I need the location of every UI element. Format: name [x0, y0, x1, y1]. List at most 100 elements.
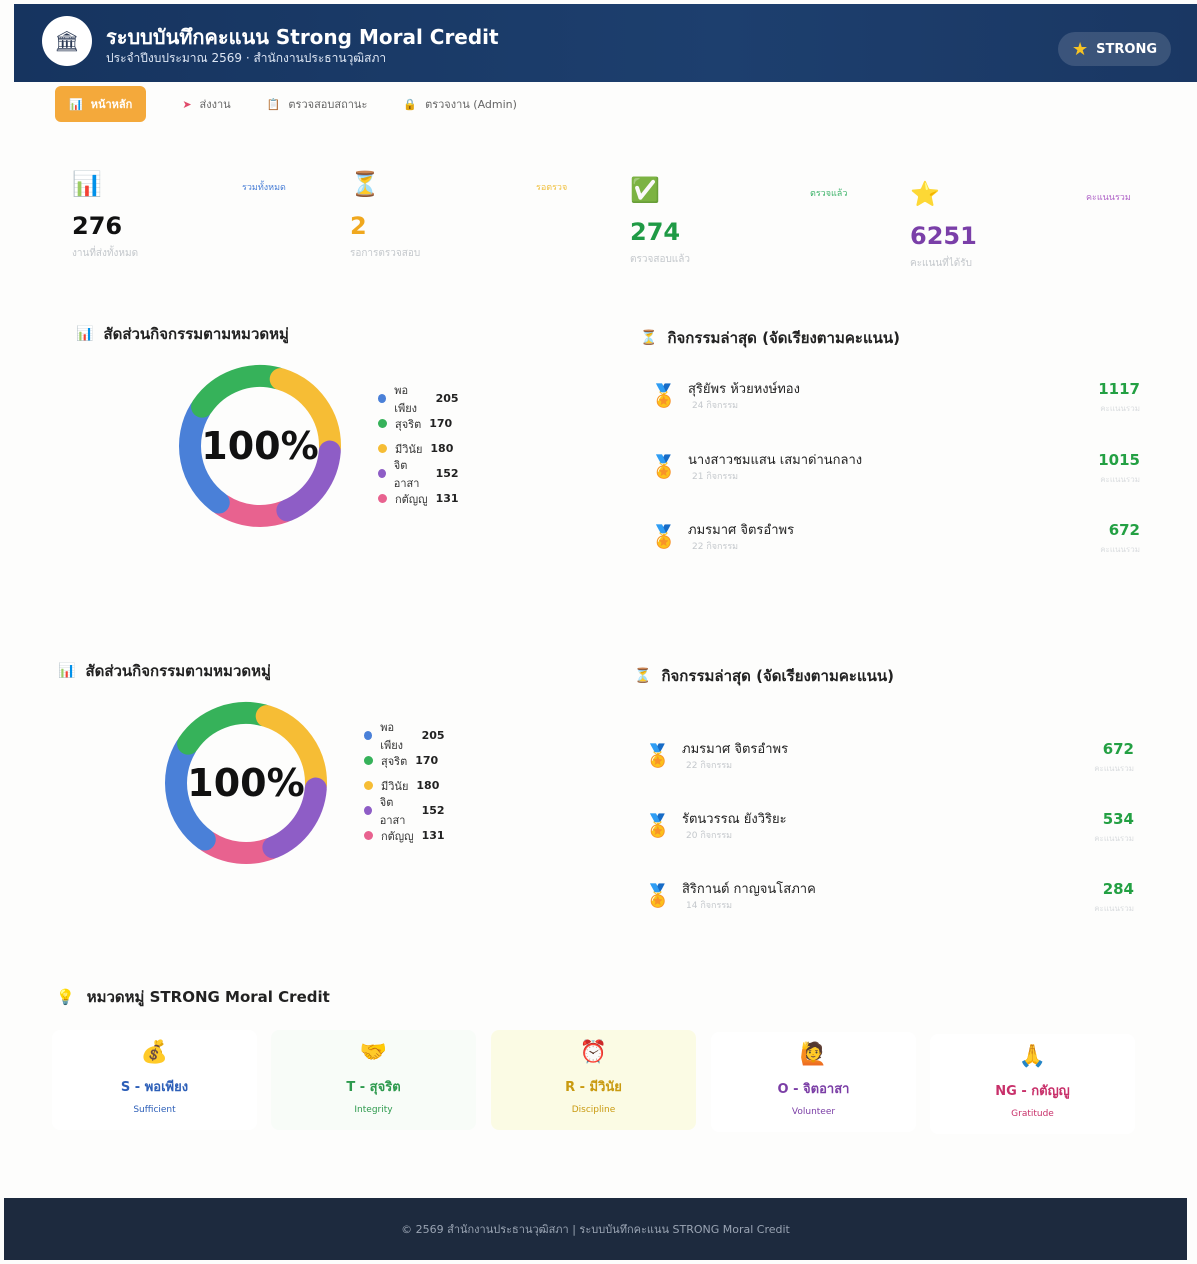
- app-header: 🏛 ระบบบันทึกคะแนน Strong Moral Credit ปร…: [14, 4, 1197, 82]
- ranking-count: 14 กิจกรรม: [686, 901, 733, 911]
- send-icon: ➤: [182, 97, 192, 111]
- raised-hand-icon: 🙋: [799, 1042, 828, 1067]
- chart-panel-title-text: สัดส่วนกิจกรรมตามหมวดหมู่: [85, 662, 271, 680]
- category-en: Discipline: [571, 1105, 616, 1115]
- nav-submit[interactable]: ➤ ส่งงาน: [182, 95, 230, 113]
- stat-score-label: คะแนนที่ได้รับ: [910, 258, 973, 269]
- hourglass-icon: ⏳: [640, 330, 658, 346]
- legend-value: 180: [416, 779, 440, 792]
- legend-label: สุจริต: [395, 417, 422, 431]
- legend-label: จิตอาสา: [379, 795, 406, 827]
- legend-value: 152: [435, 467, 459, 480]
- chart-panel-title: 📊 สัดส่วนกิจกรรมตามหมวดหมู่: [58, 659, 271, 683]
- stat-checked: ✅ ตรวจแล้ว 274 ตรวจสอบแล้ว: [630, 166, 900, 278]
- stat-score-value: 6251: [910, 222, 977, 250]
- nav-status[interactable]: 📋 ตรวจสอบสถานะ: [267, 95, 368, 113]
- nav-admin[interactable]: 🔒 ตรวจงาน (Admin): [403, 95, 517, 113]
- category-card-o[interactable]: 🙋 O - จิตอาสา Volunteer: [711, 1032, 916, 1132]
- donut-center-label: 100%: [201, 424, 319, 468]
- ranking-score-label: คะแนนรวม: [1100, 475, 1140, 484]
- nav-admin-label: ตรวจงาน (Admin): [425, 98, 517, 111]
- nav-home[interactable]: 📊 หน้าหลัก: [55, 86, 147, 122]
- donut-chart: 100%: [162, 699, 330, 867]
- bar-chart-icon: 📊: [58, 663, 76, 679]
- legend-value: 131: [421, 829, 445, 842]
- stat-checked-value: 274: [630, 218, 681, 246]
- legend-dot: [364, 756, 373, 765]
- legend-label: สุจริต: [381, 754, 408, 768]
- stat-checked-tag: ตรวจแล้ว: [810, 189, 848, 199]
- legend-item: สุจริต 170: [378, 411, 459, 436]
- legend-dot: [378, 444, 387, 453]
- ranking-count: 22 กิจกรรม: [692, 542, 739, 552]
- legend-item: กตัญญู 131: [364, 823, 445, 848]
- ranking-score: 1117: [1098, 380, 1140, 398]
- check-icon: ✅: [630, 176, 660, 204]
- app-subtitle: ประจำปีงบประมาณ 2569 · สำนักงานประธานวุฒ…: [106, 51, 387, 65]
- legend-label: พอเพียง: [380, 720, 404, 752]
- legend-item: จิตอาสา 152: [378, 459, 459, 490]
- star-icon: ⭐: [910, 180, 940, 208]
- ranking-name: สุริยัพร ห้วยหงษ์ทอง: [688, 382, 800, 397]
- ranking-score-label: คะแนนรวม: [1094, 834, 1134, 843]
- ranking-panel-title-text: กิจกรรมล่าสุด (จัดเรียงตามคะแนน): [661, 667, 894, 685]
- category-name: T - สุจริต: [346, 1080, 401, 1095]
- bar-chart-icon: 📊: [76, 326, 94, 342]
- ranking-score: 672: [1108, 521, 1140, 539]
- ranking-score-label: คะแนนรวม: [1100, 545, 1140, 554]
- category-card-r[interactable]: ⏰ R - มีวินัย Discipline: [491, 1030, 696, 1130]
- ranking-row: 🏅 ภมรมาศ จิตรอำพร 22 กิจกรรม 672 คะแนนรว…: [644, 738, 1134, 798]
- legend-item: กตัญญู 131: [378, 486, 459, 511]
- medal-icon: 🏅: [644, 744, 672, 769]
- bar-chart-icon: 📊: [72, 170, 102, 198]
- legend-dot: [364, 831, 373, 840]
- stat-total-tag: รวมทั้งหมด: [242, 183, 286, 193]
- category-card-ng[interactable]: 🙏 NG - กตัญญู Gratitude: [930, 1034, 1135, 1134]
- ranking-count: 22 กิจกรรม: [686, 761, 733, 771]
- legend-value: 205: [421, 729, 445, 742]
- legend-item: พอเพียง 205: [364, 721, 445, 752]
- ranking-score-label: คะแนนรวม: [1100, 404, 1140, 413]
- category-en: Volunteer: [791, 1107, 836, 1117]
- legend-value: 205: [435, 392, 459, 405]
- donut-legend: พอเพียง 205 สุจริต 170 มีวินัย 180 จิตอาสา 152 ก…: [364, 721, 445, 848]
- hourglass-icon: ⏳: [634, 668, 652, 684]
- legend-dot: [364, 731, 373, 740]
- chart-panel-title-text: สัดส่วนกิจกรรมตามหมวดหมู่: [103, 325, 289, 343]
- hourglass-icon: ⏳: [350, 170, 380, 198]
- nav-submit-label: ส่งงาน: [199, 98, 231, 111]
- ranking-score: 672: [1102, 740, 1134, 758]
- stat-total: 📊 รวมทั้งหมด 276 งานที่ส่งทั้งหมด: [72, 160, 342, 272]
- stat-pending-label: รอการตรวจสอบ: [350, 248, 421, 259]
- category-card-t[interactable]: 🤝 T - สุจริต Integrity: [271, 1030, 476, 1130]
- strong-badge: ★ STRONG: [1058, 32, 1171, 66]
- lightbulb-icon: 💡: [56, 988, 75, 1006]
- category-card-s[interactable]: 💰 S - พอเพียง Sufficient: [52, 1030, 257, 1130]
- praying-icon: 🙏: [1018, 1044, 1047, 1069]
- main-nav: 📊 หน้าหลัก ➤ ส่งงาน 📋 ตรวจสอบสถานะ 🔒 ตรว…: [55, 86, 553, 122]
- medal-icon: 🏅: [650, 384, 678, 409]
- category-name: NG - กตัญญู: [995, 1084, 1070, 1099]
- nav-status-label: ตรวจสอบสถานะ: [288, 98, 368, 111]
- medal-icon: 🏅: [650, 525, 678, 550]
- stat-total-label: งานที่ส่งทั้งหมด: [72, 248, 139, 259]
- footer-text: © 2569 สำนักงานประธานวุฒิสภา | ระบบบันทึ…: [401, 1223, 790, 1236]
- money-bag-icon: 💰: [140, 1040, 169, 1065]
- ranking-row: 🏅 สิริกานต์ กาญจนโสภาค 14 กิจกรรม 284 คะ…: [644, 878, 1134, 938]
- ranking-score: 1015: [1098, 451, 1140, 469]
- legend-value: 131: [435, 492, 459, 505]
- category-name: S - พอเพียง: [120, 1080, 189, 1095]
- medal-icon: 🏅: [650, 455, 678, 480]
- lock-icon: 🔒: [403, 97, 418, 111]
- clipboard-icon: 📋: [266, 97, 281, 111]
- category-en: Sufficient: [133, 1105, 176, 1115]
- legend-label: จิตอาสา: [393, 458, 420, 490]
- legend-value: 152: [421, 804, 445, 817]
- category-en: Gratitude: [1011, 1109, 1054, 1119]
- building-icon: 🏛: [54, 29, 80, 53]
- logo: 🏛: [42, 16, 92, 66]
- legend-dot: [378, 469, 386, 478]
- stat-checked-label: ตรวจสอบแล้ว: [630, 254, 690, 265]
- ranking-name: สิริกานต์ กาญจนโสภาค: [682, 882, 816, 897]
- ranking-score-label: คะแนนรวม: [1094, 904, 1134, 913]
